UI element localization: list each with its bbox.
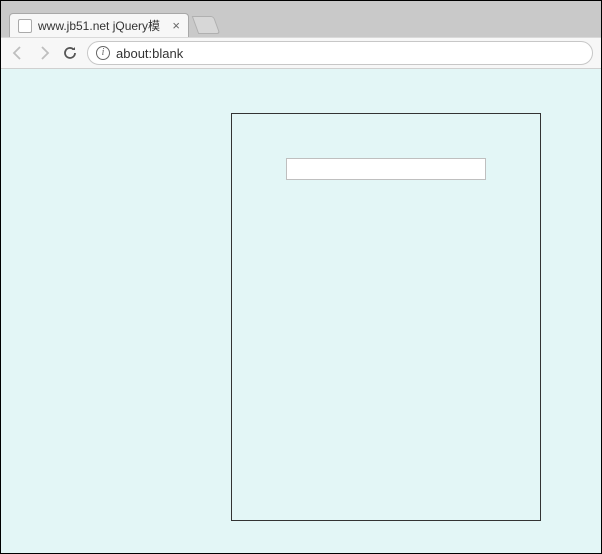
browser-toolbar: i about:blank <box>1 37 601 69</box>
window-titlebar <box>1 1 601 11</box>
favicon-icon <box>18 19 32 33</box>
demo-input[interactable] <box>286 158 486 180</box>
demo-container <box>231 113 541 521</box>
forward-button[interactable] <box>35 44 53 62</box>
reload-icon <box>62 45 78 61</box>
arrow-right-icon <box>36 45 52 61</box>
back-button[interactable] <box>9 44 27 62</box>
reload-button[interactable] <box>61 44 79 62</box>
close-icon[interactable]: × <box>172 19 180 32</box>
url-text: about:blank <box>116 46 584 61</box>
tab-strip: www.jb51.net jQuery模 × <box>1 11 601 37</box>
arrow-left-icon <box>10 45 26 61</box>
site-info-icon[interactable]: i <box>96 46 110 60</box>
new-tab-button[interactable] <box>192 16 221 34</box>
address-bar[interactable]: i about:blank <box>87 41 593 65</box>
tab-title: www.jb51.net jQuery模 <box>38 17 168 34</box>
browser-tab-active[interactable]: www.jb51.net jQuery模 × <box>9 13 189 37</box>
page-viewport <box>1 69 601 553</box>
